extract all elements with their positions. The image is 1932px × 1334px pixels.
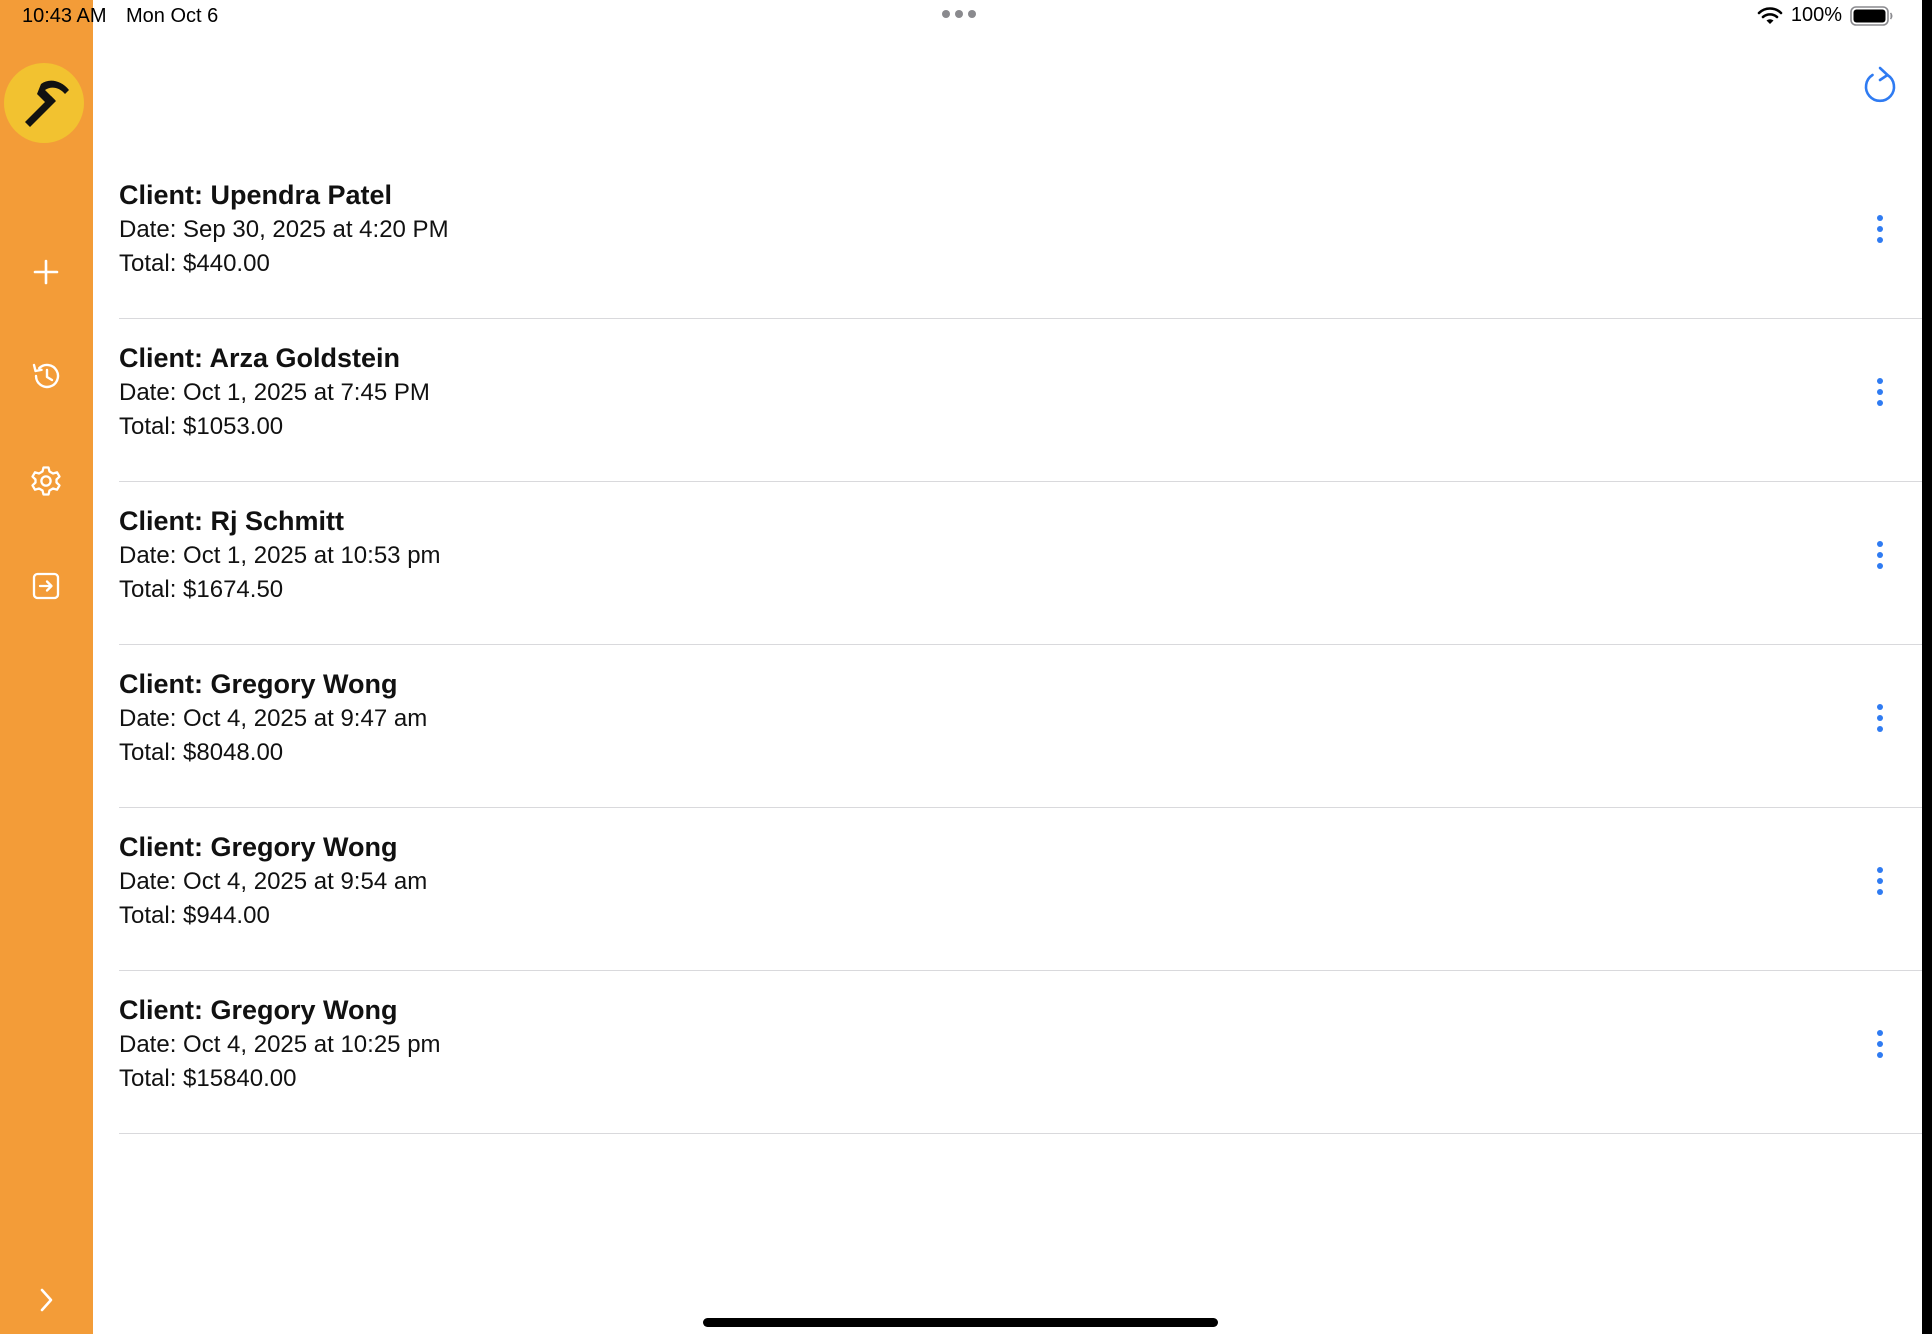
device-bezel — [1922, 0, 1932, 1334]
more-icon — [1877, 378, 1883, 384]
battery-percentage: 100% — [1790, 4, 1842, 26]
wifi-icon — [1757, 6, 1783, 24]
refresh-icon — [1864, 66, 1896, 103]
estimate-date: Date: Oct 4, 2025 at 9:54 am — [119, 868, 428, 895]
more-icon — [1877, 704, 1883, 710]
client-name: Client: Gregory Wong — [119, 995, 398, 1025]
client-name: Client: Gregory Wong — [119, 669, 398, 699]
more-icon — [1877, 541, 1883, 547]
client-name: Client: Rj Schmitt — [119, 506, 345, 536]
status-time: 10:43 AM — [22, 5, 107, 27]
refresh-button[interactable] — [1858, 64, 1902, 108]
more-icon — [1877, 215, 1883, 221]
chevron-right-icon — [40, 1288, 53, 1312]
sidebar — [0, 0, 93, 1334]
estimate-total: Total: $944.00 — [119, 902, 270, 929]
status-bar: 10:43 AM Mon Oct 6 100% — [0, 0, 1932, 34]
estimate-total: Total: $8048.00 — [119, 739, 284, 766]
more-options-button[interactable] — [1860, 856, 1900, 906]
estimate-total: Total: $440.00 — [119, 250, 270, 277]
app-logo[interactable] — [4, 63, 84, 143]
status-indicators: 100% — [1757, 4, 1894, 27]
list-item[interactable]: Client: Upendra Patel Date: Sep 30, 2025… — [119, 156, 1926, 319]
estimate-total: Total: $1674.50 — [119, 576, 284, 603]
sign-out-icon — [32, 572, 60, 600]
client-name: Client: Gregory Wong — [119, 832, 398, 862]
estimate-date: Date: Sep 30, 2025 at 4:20 PM — [119, 216, 449, 243]
status-date: Mon Oct 6 — [126, 5, 219, 27]
gear-icon — [31, 466, 61, 496]
list-item[interactable]: Client: Gregory Wong Date: Oct 4, 2025 a… — [119, 971, 1926, 1134]
battery-icon — [1850, 5, 1893, 26]
estimate-date: Date: Oct 4, 2025 at 9:47 am — [119, 705, 428, 732]
sidebar-item-settings[interactable] — [22, 457, 70, 505]
more-options-button[interactable] — [1860, 367, 1900, 417]
more-icon — [1877, 867, 1883, 873]
app-screen: 10:43 AM Mon Oct 6 100% Client: Upendra … — [0, 0, 1932, 1334]
more-options-button[interactable] — [1860, 530, 1900, 580]
sidebar-expand-button[interactable] — [22, 1276, 70, 1324]
plus-icon — [33, 259, 59, 285]
list-item[interactable]: Client: Gregory Wong Date: Oct 4, 2025 a… — [119, 808, 1926, 971]
more-options-button[interactable] — [1860, 693, 1900, 743]
list-item[interactable]: Client: Rj Schmitt Date: Oct 1, 2025 at … — [119, 482, 1926, 645]
client-name: Client: Arza Goldstein — [119, 343, 401, 373]
estimate-date: Date: Oct 4, 2025 at 10:25 pm — [119, 1031, 441, 1058]
sidebar-item-sign-out[interactable] — [22, 562, 70, 610]
client-name: Client: Upendra Patel — [119, 180, 393, 210]
hammer-icon — [25, 80, 69, 127]
estimates-list: Client: Upendra Patel Date: Sep 30, 2025… — [119, 156, 1926, 1134]
home-indicator[interactable] — [703, 1318, 1218, 1327]
sidebar-item-new[interactable] — [22, 248, 70, 296]
more-options-button[interactable] — [1860, 1019, 1900, 1069]
estimate-total: Total: $15840.00 — [119, 1065, 297, 1092]
more-options-button[interactable] — [1860, 204, 1900, 254]
multitasking-dots[interactable] — [942, 10, 976, 18]
estimate-total: Total: $1053.00 — [119, 413, 284, 440]
estimate-date: Date: Oct 1, 2025 at 10:53 pm — [119, 542, 441, 569]
history-icon — [32, 363, 60, 389]
sidebar-item-history[interactable] — [22, 352, 70, 400]
more-icon — [1877, 1030, 1883, 1036]
list-item[interactable]: Client: Gregory Wong Date: Oct 4, 2025 a… — [119, 645, 1926, 808]
estimate-date: Date: Oct 1, 2025 at 7:45 PM — [119, 379, 430, 406]
list-item[interactable]: Client: Arza Goldstein Date: Oct 1, 2025… — [119, 319, 1926, 482]
